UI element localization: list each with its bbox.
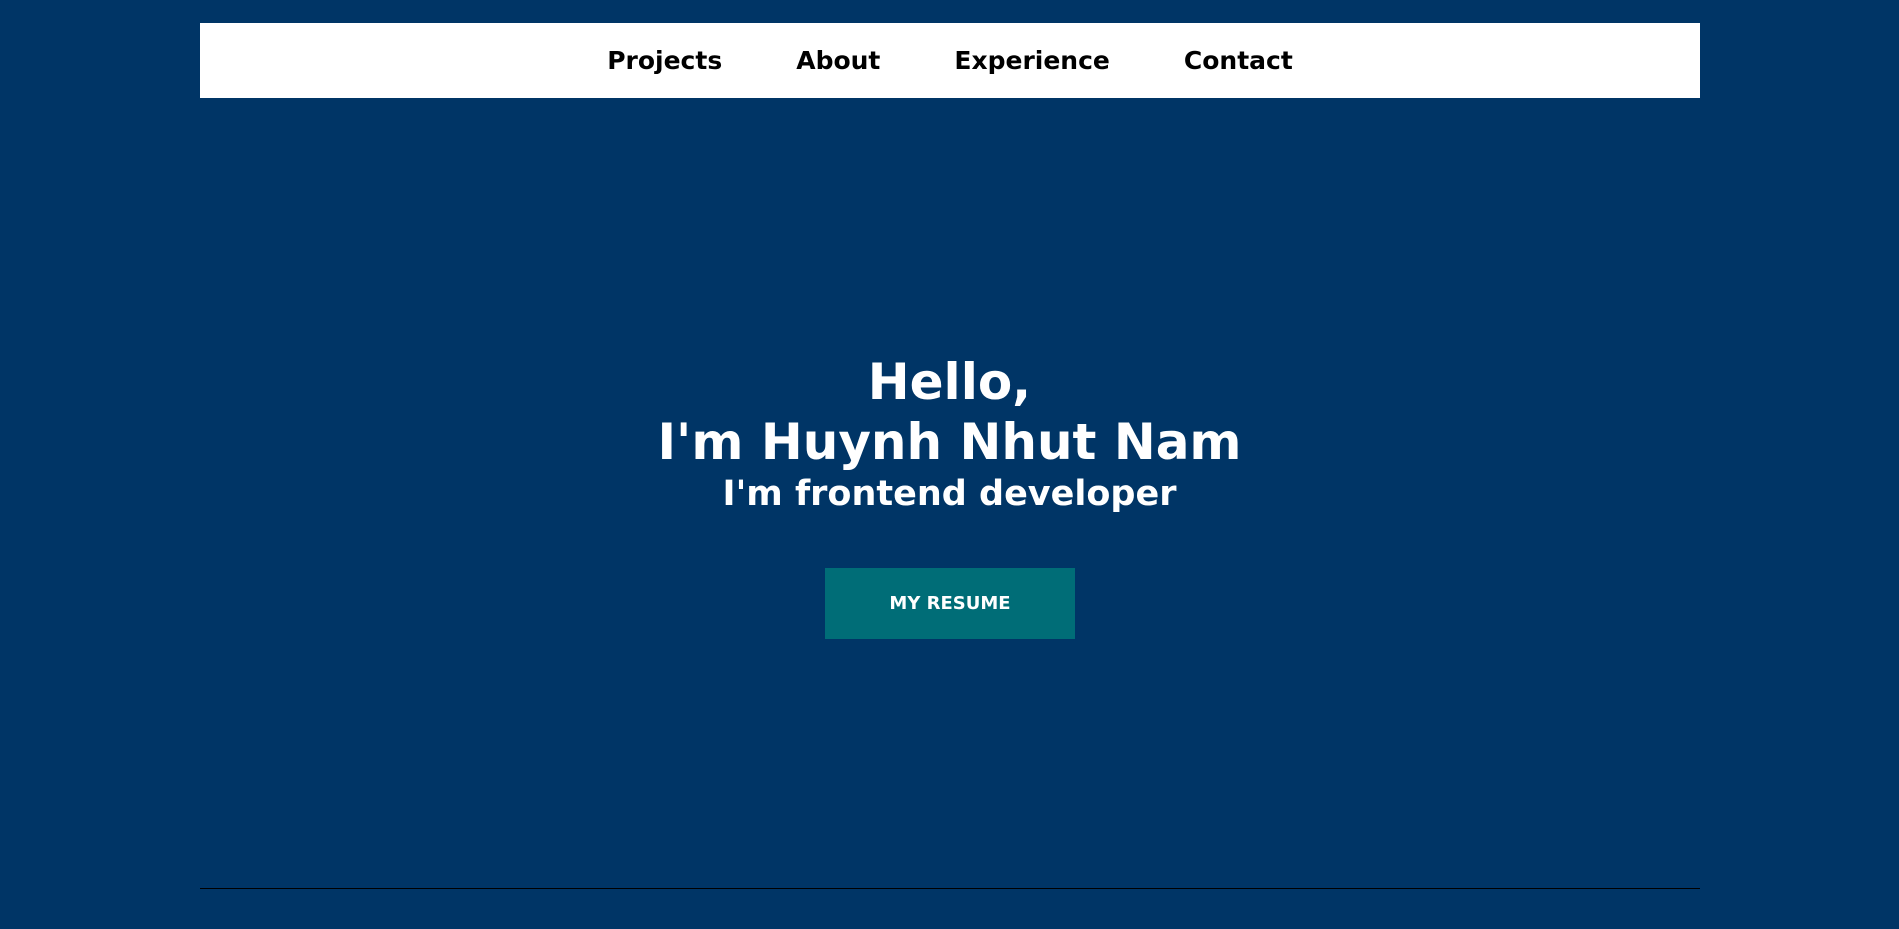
resume-button[interactable]: MY RESUME	[825, 568, 1075, 639]
hero-greeting: Hello,	[867, 353, 1032, 411]
nav-link-projects[interactable]: Projects	[607, 46, 722, 75]
navbar: Projects About Experience Contact	[200, 23, 1700, 98]
hero-name: I'm Huynh Nhut Nam	[657, 413, 1242, 471]
hero-section: Hello, I'm Huynh Nhut Nam I'm frontend d…	[0, 352, 1899, 516]
nav-link-experience[interactable]: Experience	[954, 46, 1109, 75]
nav-link-about[interactable]: About	[796, 46, 880, 75]
footer-divider	[200, 888, 1700, 889]
nav-link-contact[interactable]: Contact	[1184, 46, 1293, 75]
hero-role: I'm frontend developer	[722, 474, 1177, 514]
